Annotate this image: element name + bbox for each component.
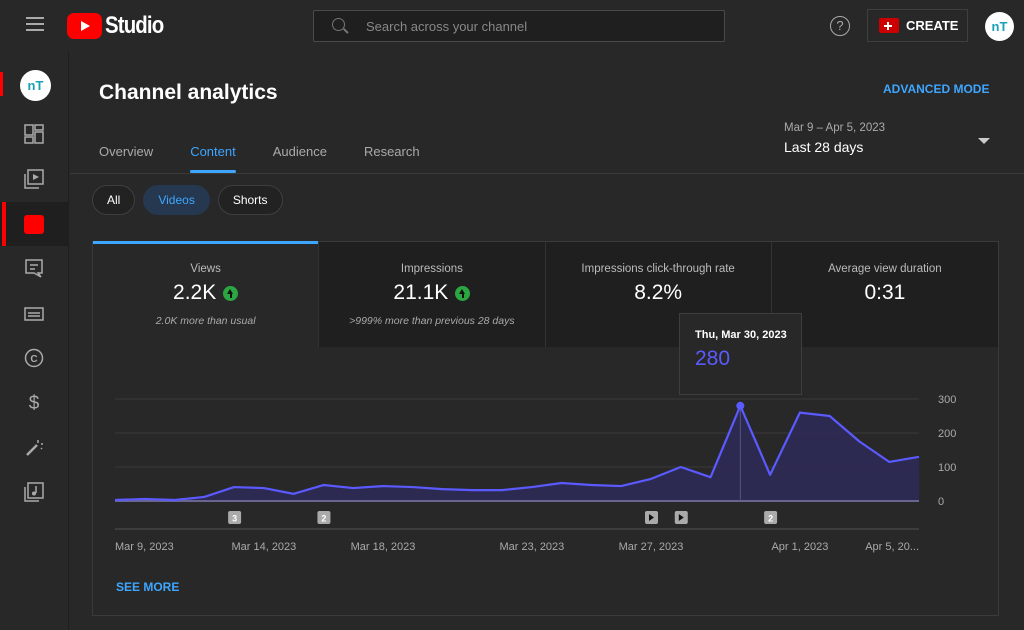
- date-range-dates: Mar 9 – Apr 5, 2023: [784, 122, 886, 134]
- metric-value: 8.2%: [634, 281, 683, 304]
- youtube-logo-icon: [67, 13, 102, 39]
- metric-comparison: >999% more than previous 28 days: [349, 315, 515, 327]
- metric-value-row: 2.2K: [93, 281, 318, 305]
- tab-content[interactable]: Content: [190, 144, 236, 174]
- y-tick-label: 300: [938, 394, 956, 406]
- analytics-card: Views 2.2K 2.0K more than usual Impressi…: [92, 241, 999, 616]
- help-icon[interactable]: ?: [830, 16, 850, 36]
- channel-avatar[interactable]: nT: [20, 70, 51, 101]
- metric-views[interactable]: Views 2.2K 2.0K more than usual: [93, 241, 320, 347]
- metric-value: 21.1K: [393, 281, 449, 304]
- views-chart[interactable]: 0 100 200 300 3 2 2 Mar 9, 2023 Mar 14, 2023 Mar …: [93, 347, 998, 577]
- copyright-icon: C: [24, 348, 44, 368]
- top-bar: Studio ? CREATE nT: [0, 0, 1024, 52]
- analytics-icon: [24, 214, 44, 234]
- date-range-label: Last 28 days: [784, 139, 864, 155]
- account-avatar[interactable]: nT: [985, 12, 1014, 41]
- metric-value-row: 8.2%: [546, 281, 771, 305]
- svg-text:C: C: [30, 354, 37, 365]
- sidebar-item-copyright[interactable]: C: [0, 336, 68, 380]
- y-tick-label: 0: [938, 496, 944, 508]
- x-tick-label: Mar 18, 2023: [351, 541, 416, 553]
- date-range-picker[interactable]: Mar 9 – Apr 5, 2023 Last 28 days: [784, 122, 994, 155]
- x-tick-label: Mar 27, 2023: [619, 541, 684, 553]
- metric-comparison: 2.0K more than usual: [155, 315, 256, 327]
- x-tick-label: Mar 23, 2023: [499, 541, 564, 553]
- metric-tabs: Views 2.2K 2.0K more than usual Impressi…: [93, 241, 998, 347]
- metric-value-row: 21.1K: [319, 281, 544, 305]
- tab-overview[interactable]: Overview: [99, 144, 153, 174]
- tooltip-date: Thu, Mar 30, 2023: [695, 329, 787, 341]
- marker-count: 3: [232, 514, 237, 524]
- dollar-icon: $: [29, 393, 40, 413]
- create-button[interactable]: CREATE: [867, 9, 968, 42]
- search-input[interactable]: [366, 18, 686, 34]
- main-content: Channel analytics ADVANCED MODE Overview…: [70, 52, 1024, 630]
- menu-icon[interactable]: [26, 17, 44, 31]
- y-tick-label: 100: [938, 462, 956, 474]
- marker-count: 2: [768, 514, 773, 524]
- create-video-icon: [879, 18, 899, 33]
- dashboard-icon: [24, 124, 44, 144]
- metric-label: Impressions: [400, 263, 463, 275]
- sidebar-item-earn[interactable]: $: [0, 380, 68, 424]
- y-tick-label: 200: [938, 428, 956, 440]
- sidebar-item-audio-library[interactable]: [0, 470, 68, 514]
- tab-bar: Overview Content Audience Research: [99, 144, 457, 174]
- x-tick-label: Mar 9, 2023: [115, 541, 174, 553]
- metric-label: Impressions click-through rate: [581, 263, 735, 275]
- metric-label: Average view duration: [828, 263, 942, 275]
- highlight-point: [736, 401, 745, 410]
- metric-value-row: 0:31: [772, 281, 998, 305]
- chart-tooltip: Thu, Mar 30, 2023 280: [679, 313, 802, 395]
- tab-audience[interactable]: Audience: [273, 144, 327, 174]
- comments-icon: [25, 259, 43, 278]
- dropdown-caret-icon[interactable]: [978, 138, 990, 144]
- sidebar-item-content[interactable]: [0, 157, 68, 201]
- logo-text: Studio: [105, 12, 164, 39]
- sidebar: nT C $: [0, 52, 69, 630]
- studio-logo[interactable]: Studio: [67, 12, 174, 40]
- trend-up-icon: [455, 285, 471, 301]
- subtitles-icon: [24, 307, 44, 321]
- search-box[interactable]: [313, 10, 725, 42]
- content-icon: [24, 169, 44, 189]
- search-icon: [332, 18, 348, 34]
- magic-wand-icon: [26, 440, 43, 456]
- create-label: CREATE: [906, 18, 959, 33]
- marker-count: 2: [321, 514, 326, 524]
- see-more-button[interactable]: SEE MORE: [116, 580, 179, 594]
- page-title: Channel analytics: [99, 81, 278, 104]
- content-type-chips: All Videos Shorts: [92, 185, 291, 215]
- sidebar-item-subtitles[interactable]: [0, 292, 68, 336]
- x-tick-label: Apr 5, 20...: [865, 541, 919, 553]
- sidebar-item-comments[interactable]: [0, 246, 68, 290]
- chip-videos[interactable]: Videos: [143, 185, 210, 215]
- tab-divider: [70, 173, 1024, 174]
- sidebar-item-analytics[interactable]: [0, 202, 68, 246]
- chip-shorts[interactable]: Shorts: [217, 185, 283, 215]
- x-tick-label: Apr 1, 2023: [771, 541, 828, 553]
- metric-label: Views: [190, 263, 221, 275]
- metric-value: 2.2K: [173, 281, 217, 304]
- metric-impressions[interactable]: Impressions 21.1K >999% more than previo…: [319, 242, 546, 347]
- svg-text:$: $: [29, 393, 40, 413]
- sidebar-item-dashboard[interactable]: [0, 112, 68, 156]
- metric-value: 0:31: [864, 281, 906, 304]
- advanced-mode-link[interactable]: ADVANCED MODE: [883, 82, 989, 96]
- sidebar-indicator: [0, 72, 3, 96]
- tab-research[interactable]: Research: [364, 144, 420, 174]
- tooltip-value: 280: [695, 347, 731, 370]
- trend-up-icon: [223, 285, 239, 301]
- chip-all[interactable]: All: [92, 185, 136, 215]
- metric-avg-view-duration[interactable]: Average view duration 0:31: [771, 242, 998, 347]
- sidebar-item-customization[interactable]: [0, 426, 68, 470]
- x-tick-label: Mar 14, 2023: [231, 541, 296, 553]
- audio-library-icon: [24, 482, 44, 502]
